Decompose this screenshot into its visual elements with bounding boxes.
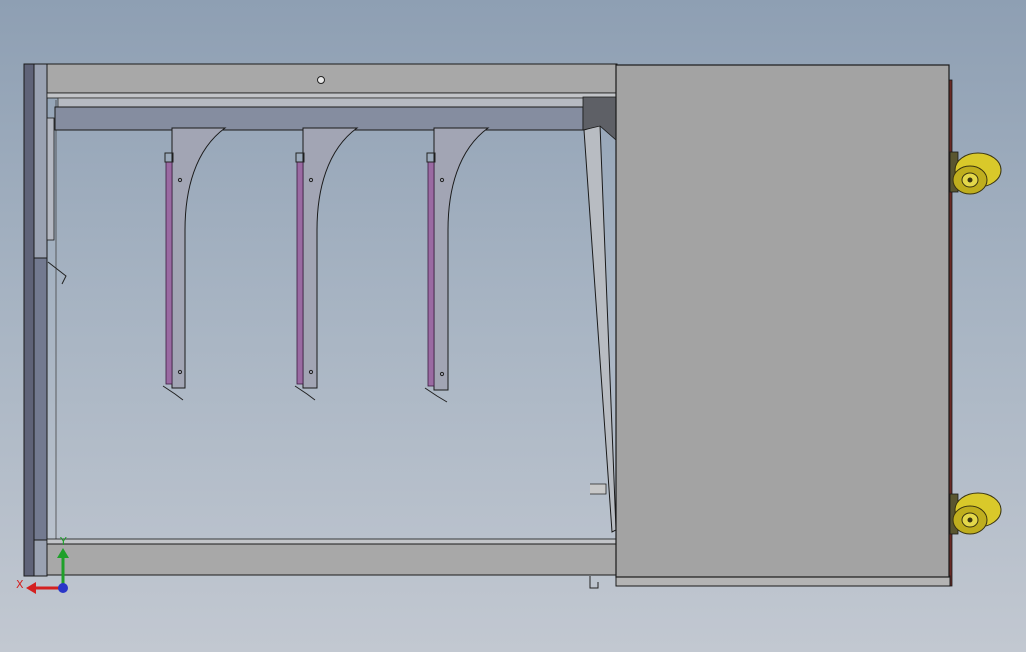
bottom-hook	[589, 576, 599, 589]
axis-x-label: X	[16, 578, 24, 591]
front-glass	[583, 124, 617, 533]
caster-wheel-icon	[949, 151, 1002, 195]
left-upright	[46, 117, 55, 241]
caster-wheel-icon	[949, 492, 1002, 535]
cad-viewport[interactable]: X Y	[0, 0, 1026, 652]
left-hook	[47, 261, 67, 285]
bottom-rail-lip	[46, 538, 618, 545]
top-rail	[46, 63, 618, 94]
axis-y-label: Y	[59, 535, 67, 548]
bracket-icon	[294, 127, 359, 401]
top-rail-lip	[46, 92, 618, 99]
front-latch	[590, 483, 607, 495]
left-panel-lower	[33, 257, 48, 541]
bracket-icon	[162, 127, 227, 401]
cabinet-body	[615, 64, 950, 578]
left-end-plate	[23, 63, 35, 577]
inner-rail-track	[57, 97, 585, 108]
bracket-icon	[424, 127, 490, 403]
model-drawing[interactable]: X Y	[0, 0, 1026, 652]
bottom-rail	[46, 543, 618, 576]
inner-rail	[54, 106, 584, 131]
top-rail-hole	[317, 76, 325, 84]
